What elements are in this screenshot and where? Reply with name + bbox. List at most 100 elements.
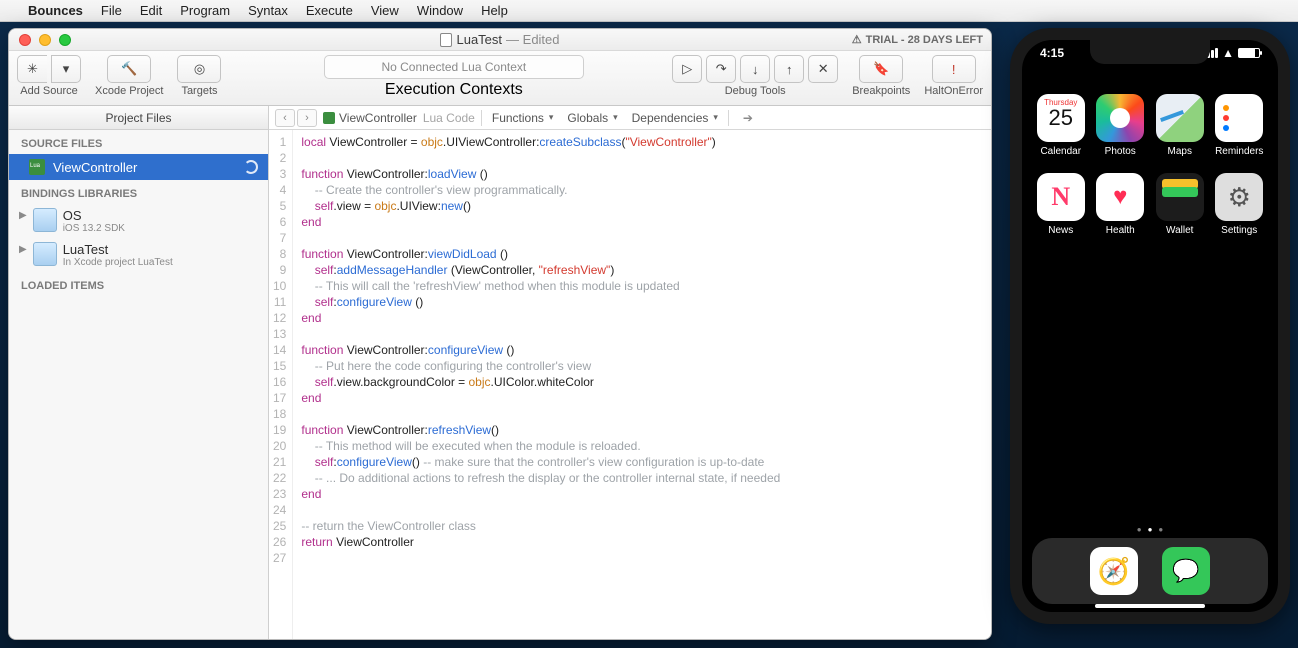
battery-icon [1238, 48, 1260, 58]
maps-icon [1156, 94, 1204, 142]
nav-forward-button[interactable]: › [297, 109, 317, 127]
reminders-icon [1215, 94, 1263, 142]
app-reminders[interactable]: Reminders [1215, 94, 1265, 157]
app-label: Calendar [1040, 146, 1081, 157]
add-source-menu[interactable]: ▾ [51, 55, 81, 83]
settings-icon [1215, 173, 1263, 221]
halt-on-error-button[interactable]: ! [932, 55, 976, 83]
menu-window[interactable]: Window [417, 3, 463, 18]
status-time: 4:15 [1040, 46, 1064, 60]
step-over-button[interactable]: ↷ [706, 55, 736, 83]
menu-help[interactable]: Help [481, 3, 508, 18]
dock-app-safari[interactable] [1090, 547, 1138, 595]
editor: ‹ › ViewController Lua Code Functions Gl… [269, 106, 991, 639]
dependencies-dropdown[interactable]: Dependencies [628, 109, 722, 127]
app-photos[interactable]: Photos [1096, 94, 1146, 157]
wifi-icon: ▲ [1222, 46, 1234, 60]
lua-file-icon [323, 112, 335, 124]
document-icon [440, 33, 452, 47]
notch [1090, 40, 1210, 64]
execution-contexts-label: Execution Contexts [385, 81, 523, 99]
dock [1032, 538, 1268, 604]
app-label: News [1048, 225, 1073, 236]
execution-context-text: No Connected Lua Context [381, 60, 526, 74]
menu-edit[interactable]: Edit [140, 3, 162, 18]
wallet-icon [1156, 173, 1204, 221]
functions-dropdown[interactable]: Functions [488, 109, 558, 127]
step-out-button[interactable]: ↑ [774, 55, 804, 83]
app-settings[interactable]: Settings [1215, 173, 1265, 236]
code-content[interactable]: local ViewController = objc.UIViewContro… [293, 130, 788, 639]
toolbar: ✳︎ ▾ Add Source 🔨 Xcode Project ◎ Target… [9, 51, 991, 106]
execution-context-selector[interactable]: No Connected Lua Context [324, 55, 584, 79]
sidebar-lib-os[interactable]: ▶ OS iOS 13.2 SDK [9, 204, 268, 238]
pathbar: ‹ › ViewController Lua Code Functions Gl… [269, 106, 991, 130]
health-icon [1096, 173, 1144, 221]
menu-execute[interactable]: Execute [306, 3, 353, 18]
xcode-project-button[interactable]: 🔨 [107, 55, 151, 83]
window-subtitle: — Edited [506, 32, 559, 47]
sidebar-item-viewcontroller[interactable]: ViewController [9, 154, 268, 180]
toolbar-breakpoints: 🔖 Breakpoints [852, 55, 910, 97]
ios-simulator: 4:15 ▲ Thursday25 Calendar Photos Maps R… [1010, 28, 1290, 624]
run-indicator-icon[interactable]: ➔ [743, 111, 753, 125]
app-health[interactable]: Health [1096, 173, 1146, 236]
sidebar: Project Files SOURCE FILES ViewControlle… [9, 106, 269, 639]
framework-icon [33, 242, 57, 266]
app-menu[interactable]: Bounces [28, 3, 83, 18]
menu-file[interactable]: File [101, 3, 122, 18]
menu-syntax[interactable]: Syntax [248, 3, 288, 18]
debug-tools-label: Debug Tools [725, 85, 786, 97]
breakpoints-button[interactable]: 🔖 [859, 55, 903, 83]
nav-back-button[interactable]: ‹ [275, 109, 295, 127]
simulator-screen[interactable]: 4:15 ▲ Thursday25 Calendar Photos Maps R… [1022, 40, 1278, 612]
app-label: Maps [1168, 146, 1192, 157]
add-source-button[interactable]: ✳︎ [17, 55, 47, 83]
app-wallet[interactable]: Wallet [1155, 173, 1205, 236]
menu-program[interactable]: Program [180, 3, 230, 18]
toolbar-xcode-project: 🔨 Xcode Project [95, 55, 163, 97]
sidebar-section-bindings: BINDINGS LIBRARIES [9, 180, 268, 204]
breakpoints-label: Breakpoints [852, 85, 910, 97]
separator [481, 110, 482, 126]
disclosure-triangle-icon[interactable]: ▶ [19, 242, 27, 255]
stop-button[interactable]: ✕ [808, 55, 838, 83]
lib-name: OS [63, 208, 125, 223]
titlebar: LuaTest — Edited ⚠ TRIAL - 28 DAYS LEFT [9, 29, 991, 51]
trial-badge: ⚠ TRIAL - 28 DAYS LEFT [852, 33, 983, 46]
disclosure-triangle-icon[interactable]: ▶ [19, 208, 27, 221]
messages-icon [1162, 547, 1210, 595]
sidebar-lib-luatest[interactable]: ▶ LuaTest In Xcode project LuaTest [9, 238, 268, 272]
lib-name: LuaTest [63, 242, 173, 257]
app-calendar[interactable]: Thursday25 Calendar [1036, 94, 1086, 157]
add-source-label: Add Source [20, 85, 77, 97]
sidebar-section-loaded: LOADED ITEMS [9, 272, 268, 296]
news-icon [1037, 173, 1085, 221]
lib-subtitle: iOS 13.2 SDK [63, 223, 125, 234]
home-apps: Thursday25 Calendar Photos Maps Reminder… [1022, 84, 1278, 246]
menu-view[interactable]: View [371, 3, 399, 18]
globals-dropdown[interactable]: Globals [563, 109, 621, 127]
macos-menubar: Bounces File Edit Program Syntax Execute… [0, 0, 1298, 22]
window-title: LuaTest — Edited [9, 32, 991, 47]
home-indicator[interactable] [1095, 604, 1205, 608]
framework-icon [33, 208, 57, 232]
targets-button[interactable]: ◎ [177, 55, 221, 83]
halt-on-error-label: HaltOnError [924, 85, 983, 97]
play-button[interactable]: ▷ [672, 55, 702, 83]
dock-app-messages[interactable] [1162, 547, 1210, 595]
separator [728, 110, 729, 126]
toolbar-add-source: ✳︎ ▾ Add Source [17, 55, 81, 97]
pathbar-file-kind: Lua Code [423, 111, 475, 125]
photos-icon [1096, 94, 1144, 142]
code-area[interactable]: 1234567891011121314151617181920212223242… [269, 130, 991, 639]
reload-icon[interactable] [244, 160, 258, 174]
safari-icon [1090, 547, 1138, 595]
step-into-button[interactable]: ↓ [740, 55, 770, 83]
app-news[interactable]: News [1036, 173, 1086, 236]
page-dots[interactable]: ●●● [1022, 525, 1278, 534]
pathbar-file[interactable]: ViewController [323, 111, 417, 125]
app-maps[interactable]: Maps [1155, 94, 1205, 157]
calendar-icon: Thursday25 [1037, 94, 1085, 142]
trial-text: TRIAL - 28 DAYS LEFT [866, 34, 983, 46]
